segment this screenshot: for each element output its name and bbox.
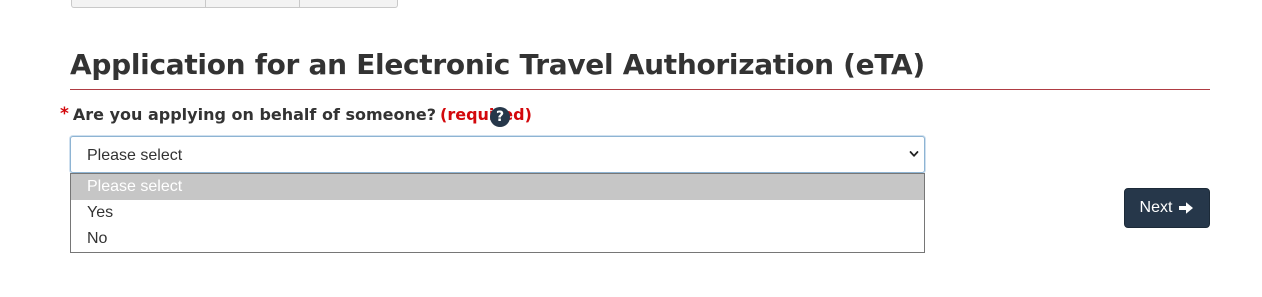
question-label: * Are you applying on behalf of someone?… (60, 104, 532, 124)
question-text: Are you applying on behalf of someone? (72, 104, 437, 124)
select-option[interactable]: Please select (71, 174, 924, 200)
top-tab-strip (71, 0, 398, 8)
tab-stub[interactable] (71, 0, 206, 8)
next-button[interactable]: Next (1124, 188, 1210, 228)
question-circle-icon[interactable]: ? (490, 107, 510, 127)
arrow-right-icon (1179, 202, 1194, 214)
tab-stub[interactable] (206, 0, 300, 8)
page: Application for an Electronic Travel Aut… (0, 0, 1262, 297)
select-option[interactable]: No (71, 226, 924, 252)
select-option[interactable]: Yes (71, 200, 924, 226)
next-button-label: Next (1139, 199, 1173, 216)
required-marker: (required) (440, 104, 532, 124)
applying-on-behalf-select[interactable]: Please select (70, 136, 925, 173)
chevron-down-icon (909, 151, 919, 157)
select-options-list: Please select Yes No (70, 173, 925, 253)
heading-divider (70, 89, 1210, 90)
select-current-value: Please select (87, 147, 183, 164)
required-asterisk: * (60, 104, 69, 124)
page-title: Application for an Electronic Travel Aut… (70, 48, 925, 81)
tab-stub[interactable] (300, 0, 398, 8)
